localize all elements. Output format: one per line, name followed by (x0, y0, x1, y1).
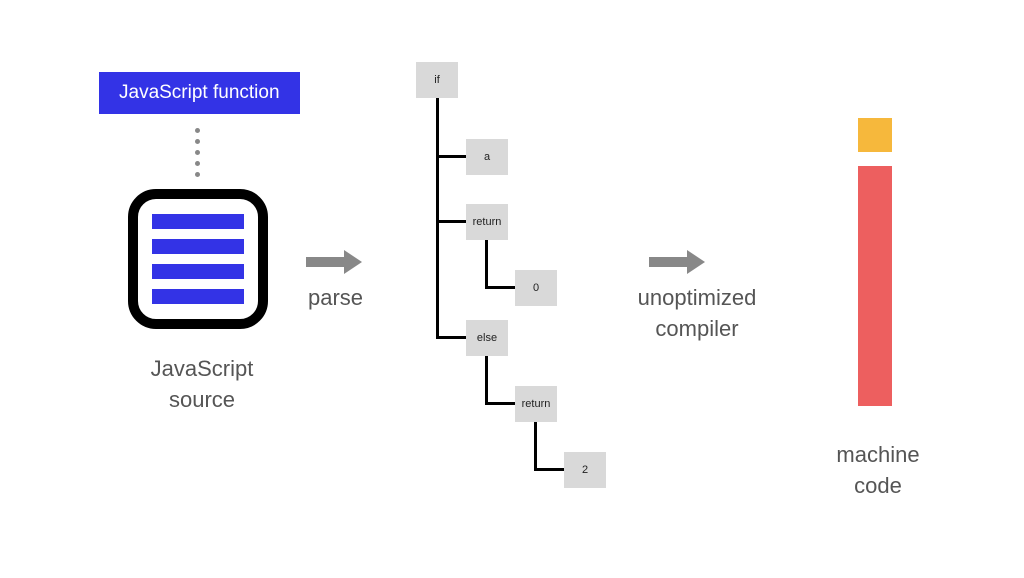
dot-icon (195, 139, 200, 144)
arrow-line-icon (649, 257, 687, 267)
tree-node-return2: return (515, 386, 557, 422)
tree-line-icon (436, 220, 466, 223)
tree-line-icon (436, 98, 439, 338)
dots-connector (195, 128, 200, 177)
js-function-label: JavaScript function (119, 82, 280, 103)
machine-code-orange-icon (858, 118, 892, 152)
tree-node-a: a (466, 139, 508, 175)
source-file-icon (128, 189, 268, 329)
dot-icon (195, 150, 200, 155)
js-function-badge: JavaScript function (99, 72, 300, 114)
parse-label: parse (308, 283, 363, 314)
tree-node-else: else (466, 320, 508, 356)
tree-node-zero: 0 (515, 270, 557, 306)
dot-icon (195, 128, 200, 133)
machine-code-label: machine code (828, 440, 928, 502)
tree-line-icon (485, 240, 488, 288)
machine-code-red-icon (858, 166, 892, 406)
dot-icon (195, 172, 200, 177)
tree-node-if: if (416, 62, 458, 98)
tree-line-icon (534, 468, 564, 471)
source-line-icon (152, 289, 244, 304)
tree-line-icon (485, 402, 515, 405)
tree-line-icon (485, 286, 515, 289)
arrow-head-icon (344, 250, 362, 274)
tree-line-icon (436, 336, 466, 339)
tree-line-icon (436, 155, 466, 158)
tree-line-icon (485, 356, 488, 404)
arrow-parse-icon (306, 250, 362, 274)
arrow-head-icon (687, 250, 705, 274)
tree-node-return1: return (466, 204, 508, 240)
source-line-icon (152, 264, 244, 279)
tree-line-icon (534, 422, 537, 470)
arrow-line-icon (306, 257, 344, 267)
source-label: JavaScript source (142, 354, 262, 416)
arrow-compiler-icon (649, 250, 705, 274)
tree-node-two: 2 (564, 452, 606, 488)
source-line-icon (152, 214, 244, 229)
dot-icon (195, 161, 200, 166)
compiler-label: unoptimized compiler (627, 283, 767, 345)
source-line-icon (152, 239, 244, 254)
